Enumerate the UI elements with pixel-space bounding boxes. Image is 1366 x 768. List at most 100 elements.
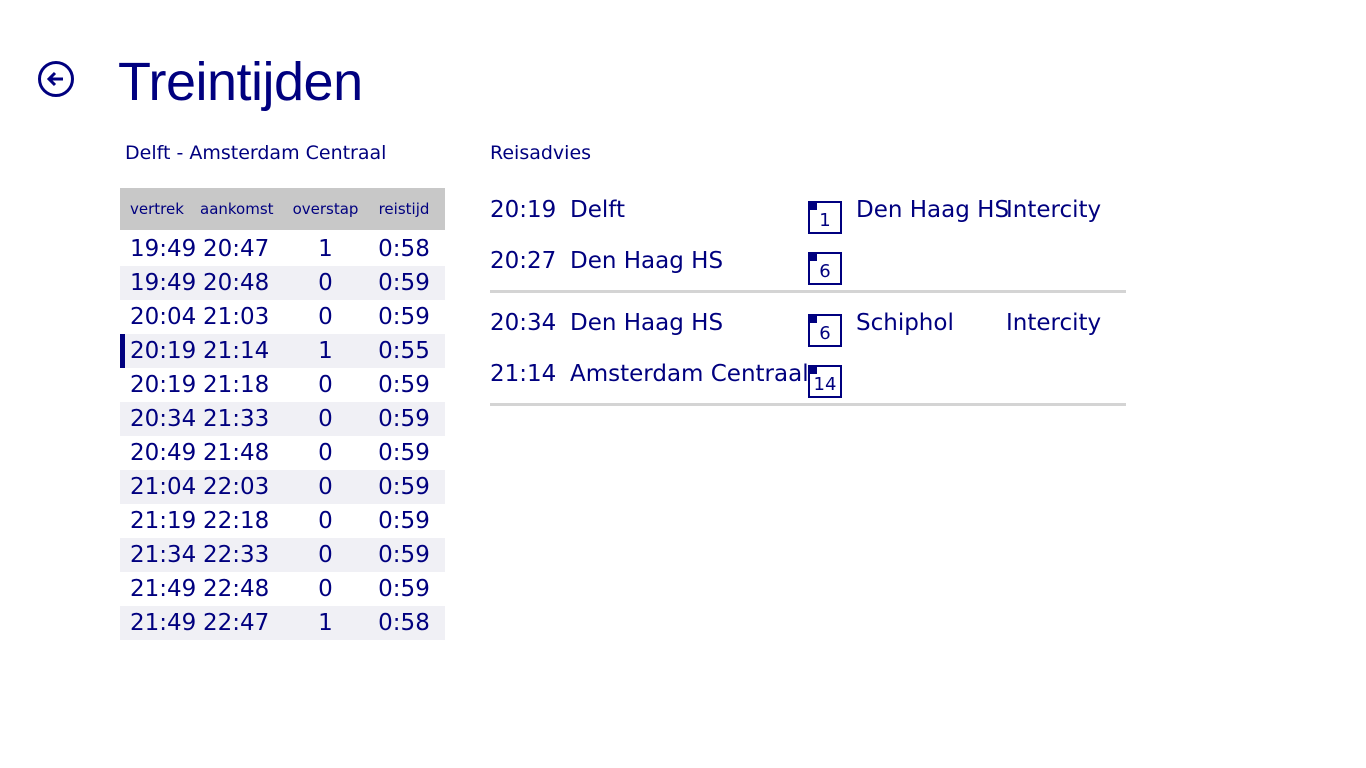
cell-overstap: 0 bbox=[318, 474, 333, 500]
table-row[interactable]: 21:34 22:33 0 0:59 bbox=[120, 538, 445, 572]
cell-overstap: 1 bbox=[318, 338, 333, 364]
cell-aankomst: 21:18 bbox=[203, 372, 270, 398]
departure-stop: 20:34 Den Haag HS 6 Schiphol Intercity bbox=[490, 301, 1126, 352]
cell-reistijd: 0:59 bbox=[378, 508, 430, 534]
table-row[interactable]: 20:19 21:18 0 0:59 bbox=[120, 368, 445, 402]
travel-advice: 20:19 Delft 1 Den Haag HS Intercity 20:2… bbox=[490, 188, 1126, 406]
train-type: Intercity bbox=[1006, 197, 1102, 223]
departure-stop: 20:19 Delft 1 Den Haag HS Intercity bbox=[490, 188, 1126, 239]
table-row[interactable]: 21:49 22:48 0 0:59 bbox=[120, 572, 445, 606]
cell-aankomst: 21:03 bbox=[203, 304, 270, 330]
platform-icon: 1 bbox=[808, 201, 842, 234]
table-row[interactable]: 21:49 22:47 1 0:58 bbox=[120, 606, 445, 640]
column-header-aankomst: aankomst bbox=[200, 200, 274, 218]
cell-reistijd: 0:58 bbox=[378, 610, 430, 636]
cell-overstap: 0 bbox=[318, 270, 333, 296]
platform-icon: 6 bbox=[808, 252, 842, 285]
journey-leg: 20:34 Den Haag HS 6 Schiphol Intercity 2… bbox=[490, 301, 1126, 406]
cell-aankomst: 22:03 bbox=[203, 474, 270, 500]
arrival-stop: 20:27 Den Haag HS 6 bbox=[490, 239, 1126, 290]
arrival-time: 21:14 bbox=[490, 361, 557, 387]
cell-reistijd: 0:58 bbox=[378, 236, 430, 262]
cell-vertrek: 21:34 bbox=[130, 542, 197, 568]
back-button[interactable] bbox=[38, 61, 74, 97]
cell-aankomst: 22:47 bbox=[203, 610, 270, 636]
train-type: Intercity bbox=[1006, 310, 1102, 336]
page: Treintijden Delft - Amsterdam Centraal v… bbox=[0, 0, 1366, 768]
cell-reistijd: 0:55 bbox=[378, 338, 430, 364]
cell-overstap: 0 bbox=[318, 406, 333, 432]
cell-vertrek: 19:49 bbox=[130, 236, 197, 262]
cell-reistijd: 0:59 bbox=[378, 542, 430, 568]
cell-overstap: 1 bbox=[318, 236, 333, 262]
cell-vertrek: 20:04 bbox=[130, 304, 197, 330]
table-row[interactable]: 20:34 21:33 0 0:59 bbox=[120, 402, 445, 436]
arrival-time: 20:27 bbox=[490, 248, 557, 274]
platform-icon: 14 bbox=[808, 365, 842, 398]
cell-reistijd: 0:59 bbox=[378, 474, 430, 500]
cell-vertrek: 21:19 bbox=[130, 508, 197, 534]
cell-reistijd: 0:59 bbox=[378, 304, 430, 330]
cell-reistijd: 0:59 bbox=[378, 270, 430, 296]
cell-overstap: 0 bbox=[318, 440, 333, 466]
cell-vertrek: 20:49 bbox=[130, 440, 197, 466]
back-arrow-icon bbox=[46, 71, 63, 87]
departures-table: vertrek aankomst overstap reistijd 19:49… bbox=[120, 188, 445, 640]
platform-number: 6 bbox=[819, 323, 831, 344]
departure-station: Den Haag HS bbox=[570, 310, 724, 336]
departure-station: Delft bbox=[570, 197, 625, 223]
departure-time: 20:34 bbox=[490, 310, 557, 336]
platform-number: 6 bbox=[819, 261, 831, 282]
cell-reistijd: 0:59 bbox=[378, 372, 430, 398]
cell-reistijd: 0:59 bbox=[378, 440, 430, 466]
platform-number: 14 bbox=[813, 374, 837, 395]
cell-overstap: 0 bbox=[318, 542, 333, 568]
cell-vertrek: 21:04 bbox=[130, 474, 197, 500]
column-header-overstap: overstap bbox=[292, 200, 359, 218]
arrival-stop: 21:14 Amsterdam Centraal 14 bbox=[490, 352, 1126, 403]
page-title: Treintijden bbox=[118, 52, 363, 112]
cell-overstap: 0 bbox=[318, 508, 333, 534]
departure-time: 20:19 bbox=[490, 197, 557, 223]
table-row[interactable]: 20:49 21:48 0 0:59 bbox=[120, 436, 445, 470]
advice-label: Reisadvies bbox=[490, 142, 592, 164]
table-row[interactable]: 20:04 21:03 0 0:59 bbox=[120, 300, 445, 334]
cell-overstap: 0 bbox=[318, 576, 333, 602]
arrival-station: Den Haag HS bbox=[570, 248, 724, 274]
cell-vertrek: 20:34 bbox=[130, 406, 197, 432]
cell-overstap: 0 bbox=[318, 372, 333, 398]
arrival-station: Amsterdam Centraal bbox=[570, 361, 809, 387]
table-body: 19:49 20:47 1 0:58 19:49 20:48 0 0:59 20… bbox=[120, 232, 445, 640]
cell-vertrek: 20:19 bbox=[130, 372, 197, 398]
column-header-reistijd: reistijd bbox=[378, 200, 430, 218]
cell-vertrek: 21:49 bbox=[130, 576, 197, 602]
train-direction: Schiphol bbox=[856, 310, 954, 336]
platform-icon: 6 bbox=[808, 314, 842, 347]
cell-aankomst: 22:33 bbox=[203, 542, 270, 568]
cell-overstap: 1 bbox=[318, 610, 333, 636]
cell-reistijd: 0:59 bbox=[378, 576, 430, 602]
cell-aankomst: 20:48 bbox=[203, 270, 270, 296]
table-row[interactable]: 21:04 22:03 0 0:59 bbox=[120, 470, 445, 504]
column-header-vertrek: vertrek bbox=[130, 200, 184, 218]
cell-reistijd: 0:59 bbox=[378, 406, 430, 432]
cell-aankomst: 22:18 bbox=[203, 508, 270, 534]
cell-vertrek: 20:19 bbox=[130, 338, 197, 364]
table-row[interactable]: 19:49 20:48 0 0:59 bbox=[120, 266, 445, 300]
route-label: Delft - Amsterdam Centraal bbox=[125, 142, 387, 164]
table-row-selected[interactable]: 20:19 21:14 1 0:55 bbox=[120, 334, 445, 368]
table-row[interactable]: 19:49 20:47 1 0:58 bbox=[120, 232, 445, 266]
cell-aankomst: 20:47 bbox=[203, 236, 270, 262]
cell-aankomst: 21:14 bbox=[203, 338, 270, 364]
cell-overstap: 0 bbox=[318, 304, 333, 330]
train-direction: Den Haag HS bbox=[856, 197, 1010, 223]
cell-aankomst: 21:48 bbox=[203, 440, 270, 466]
platform-number: 1 bbox=[819, 210, 831, 231]
cell-vertrek: 19:49 bbox=[130, 270, 197, 296]
journey-leg: 20:19 Delft 1 Den Haag HS Intercity 20:2… bbox=[490, 188, 1126, 293]
cell-vertrek: 21:49 bbox=[130, 610, 197, 636]
cell-aankomst: 22:48 bbox=[203, 576, 270, 602]
table-row[interactable]: 21:19 22:18 0 0:59 bbox=[120, 504, 445, 538]
table-header: vertrek aankomst overstap reistijd bbox=[120, 188, 445, 230]
cell-aankomst: 21:33 bbox=[203, 406, 270, 432]
